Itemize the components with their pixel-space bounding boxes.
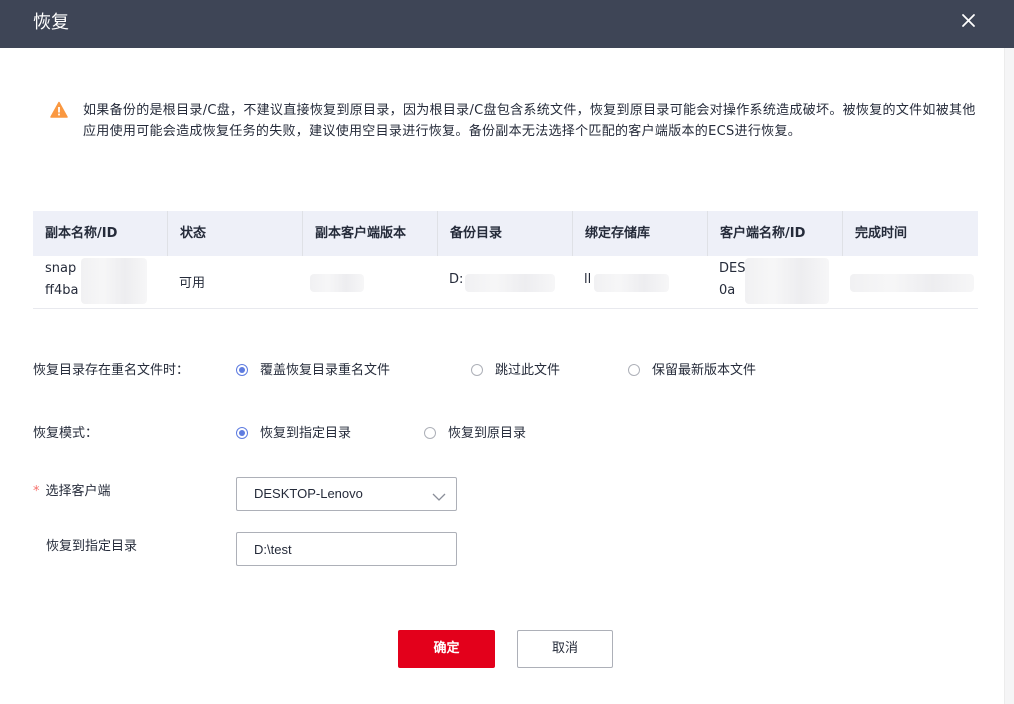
replica-id-text: ff4ba xyxy=(45,283,79,298)
radio-overwrite[interactable]: 覆盖恢复目录重名文件 xyxy=(236,360,390,382)
redaction-mask xyxy=(850,274,974,292)
cell-client-version xyxy=(302,256,437,308)
client-select-value: DESKTOP-Lenovo xyxy=(254,486,363,501)
target-dir-input[interactable] xyxy=(236,532,457,566)
radio-unchecked-icon xyxy=(628,364,640,376)
redaction-mask xyxy=(310,274,364,292)
status-text: 可用 xyxy=(179,276,206,291)
radio-unchecked-icon xyxy=(471,364,483,376)
mode-label: 恢复模式： xyxy=(33,426,99,441)
radio-keep-latest-label: 保留最新版本文件 xyxy=(652,363,757,378)
radio-specified-dir[interactable]: 恢复到指定目录 xyxy=(236,423,351,445)
backup-dir-text: D: xyxy=(449,272,464,287)
cell-client-name: DES 0a xyxy=(707,256,842,308)
column-header-vault: 绑定存储库 xyxy=(572,211,707,256)
radio-overwrite-label: 覆盖恢复目录重名文件 xyxy=(260,363,391,378)
restore-dialog: 恢复 如果备份的是根目录/C盘，不建议直接恢复到原目录，因为根目录/C盘包含系统… xyxy=(0,0,1014,704)
client-label-row: * 选择客户端 xyxy=(33,481,233,503)
radio-skip[interactable]: 跳过此文件 xyxy=(471,360,560,382)
radio-checked-icon xyxy=(236,427,248,439)
vault-text: ll xyxy=(584,272,592,287)
warning-icon xyxy=(50,101,68,119)
table-row: snap ff4ba 可用 D: ll DES 0a xyxy=(33,256,978,309)
cancel-button[interactable]: 取消 xyxy=(517,630,613,668)
client-select[interactable]: DESKTOP-Lenovo xyxy=(236,477,457,511)
radio-specified-dir-label: 恢复到指定目录 xyxy=(260,426,352,441)
replica-table: 副本名称/ID 状态 副本客户端版本 备份目录 绑定存储库 客户端名称/ID 完… xyxy=(33,211,978,309)
required-mark: * xyxy=(33,484,40,499)
client-id-text: 0a xyxy=(719,283,736,298)
target-dir-label-row: 恢复到指定目录 xyxy=(46,536,246,558)
radio-skip-label: 跳过此文件 xyxy=(495,363,561,378)
replica-name-text: snap xyxy=(45,261,77,276)
conflict-label: 恢复目录存在重名文件时： xyxy=(33,363,190,378)
column-header-replica-name: 副本名称/ID xyxy=(45,226,118,241)
client-name-text: DES xyxy=(719,261,746,276)
column-header-status: 状态 xyxy=(167,211,302,256)
redaction-mask xyxy=(745,258,829,304)
column-header-client-version: 副本客户端版本 xyxy=(302,211,437,256)
radio-original-dir[interactable]: 恢复到原目录 xyxy=(424,423,526,445)
cell-vault: ll xyxy=(572,256,707,308)
column-header-completion-time: 完成时间 xyxy=(842,211,978,256)
dialog-title: 恢复 xyxy=(33,12,69,33)
target-dir-label: 恢复到指定目录 xyxy=(46,539,138,554)
column-header-client-name: 客户端名称/ID xyxy=(707,211,842,256)
scrollbar-track[interactable] xyxy=(1004,48,1014,704)
cell-completion-time xyxy=(842,256,978,308)
client-label-text: 选择客户端 xyxy=(45,484,111,499)
cell-status: 可用 xyxy=(167,256,302,308)
radio-original-dir-label: 恢复到原目录 xyxy=(448,426,527,441)
client-label: * 选择客户端 xyxy=(33,481,111,503)
confirm-button[interactable]: 确定 xyxy=(398,630,495,668)
cell-backup-dir: D: xyxy=(437,256,572,308)
column-header-backup-dir: 备份目录 xyxy=(437,211,572,256)
redaction-mask xyxy=(465,274,555,292)
dialog-header: 恢复 xyxy=(0,0,1014,48)
radio-unchecked-icon xyxy=(424,427,436,439)
redaction-mask xyxy=(594,274,669,292)
close-icon[interactable] xyxy=(958,10,980,32)
chevron-down-icon xyxy=(432,488,446,501)
table-header: 副本名称/ID 状态 副本客户端版本 备份目录 绑定存储库 客户端名称/ID 完… xyxy=(33,211,978,256)
mode-option-row: 恢复模式： 恢复到指定目录 恢复到原目录 xyxy=(33,423,633,445)
cell-replica-name: snap ff4ba xyxy=(33,256,167,308)
conflict-option-row: 恢复目录存在重名文件时： 覆盖恢复目录重名文件 跳过此文件 保留最新版本文件 xyxy=(33,360,833,382)
radio-checked-icon xyxy=(236,364,248,376)
radio-keep-latest[interactable]: 保留最新版本文件 xyxy=(628,360,756,382)
redaction-mask xyxy=(81,258,147,304)
warning-text: 如果备份的是根目录/C盘，不建议直接恢复到原目录，因为根目录/C盘包含系统文件，… xyxy=(83,103,976,139)
